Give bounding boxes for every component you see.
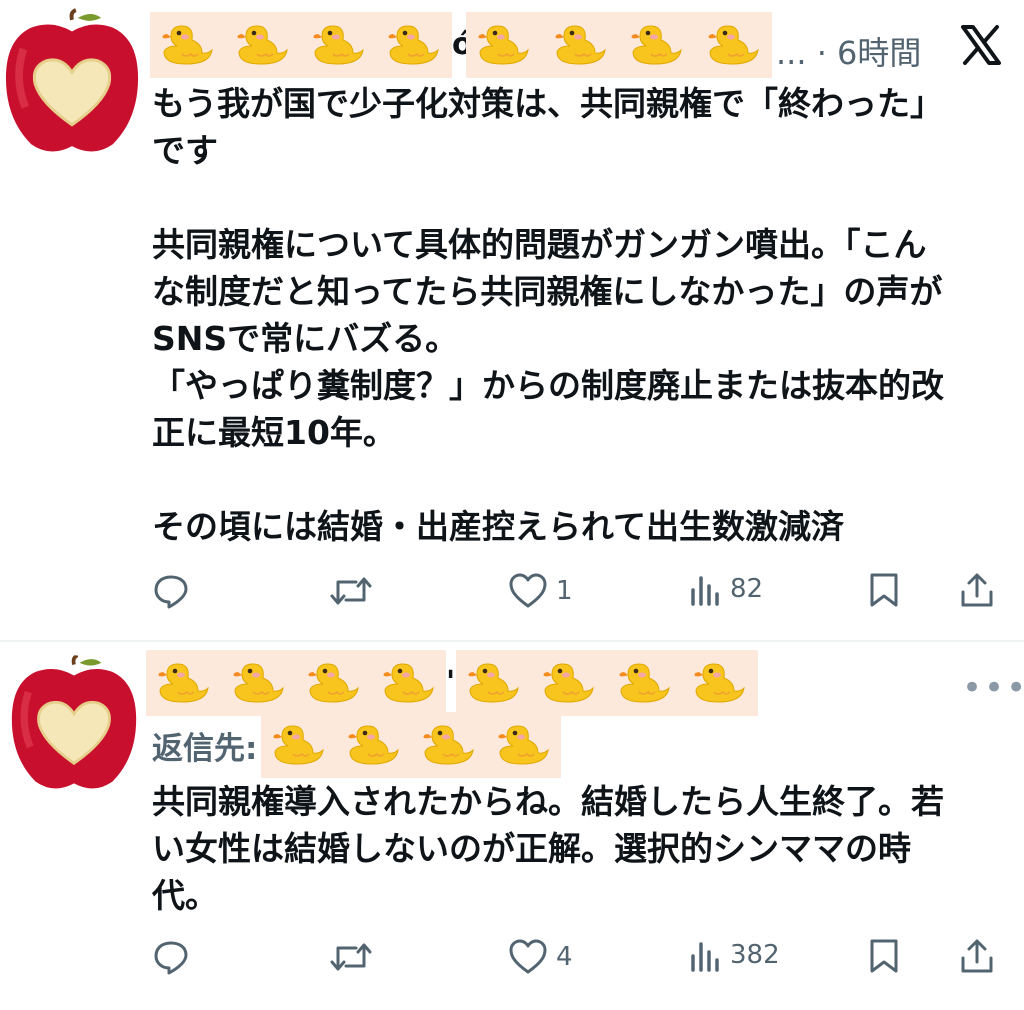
bookmark-icon — [870, 573, 898, 607]
duck-icon — [146, 650, 221, 716]
views-count: 82 — [730, 574, 764, 604]
reply-label: 返信先: — [152, 730, 258, 767]
reply-icon — [154, 575, 188, 609]
display-name-visible-char: ' — [446, 665, 456, 700]
heart-icon — [509, 573, 547, 608]
bookmark-icon — [870, 939, 898, 973]
tweet-text: 共同親権導入されたからね。結婚したら人生終了。若 い女性は結婚しないのが正解。選… — [152, 782, 944, 915]
duck-icon — [371, 650, 446, 716]
duck-icon — [607, 650, 683, 716]
tweet-1[interactable]: ó ... · 6時間 もう我が国で少子化対策は、共同親権で「終わった」 です … — [0, 0, 1024, 640]
share-icon — [961, 573, 993, 607]
share-button[interactable] — [960, 938, 994, 974]
duck-icon — [226, 12, 302, 78]
reply-button[interactable] — [152, 572, 190, 610]
retweet-icon — [330, 577, 372, 605]
display-name-redacted[interactable]: ó — [150, 12, 772, 78]
duck-sticker-redaction — [146, 650, 446, 716]
duck-icon — [336, 712, 411, 778]
retweet-button[interactable] — [330, 572, 372, 610]
tweet-time[interactable]: 6時間 — [837, 34, 921, 72]
tweet-meta: ... · 6時間 — [776, 28, 921, 74]
duck-icon — [486, 712, 561, 778]
duck-icon — [377, 12, 453, 78]
retweet-button[interactable] — [330, 938, 372, 976]
views-button[interactable]: 82 — [690, 572, 763, 606]
duck-sticker-redaction — [466, 12, 772, 78]
views-icon — [691, 942, 719, 972]
duck-icon — [261, 712, 336, 778]
like-button[interactable]: 1 — [508, 572, 573, 610]
like-count: 4 — [556, 942, 573, 972]
meta-separator: · — [816, 34, 827, 72]
views-count: 382 — [730, 940, 780, 970]
retweet-icon — [330, 943, 372, 971]
views-icon — [691, 576, 719, 606]
duck-icon — [296, 650, 371, 716]
tweet-2[interactable]: ' ••• 返信先: 共同親権導入されたからね。結婚したら人生終了。若 い女性は… — [0, 642, 1024, 1010]
bookmark-button[interactable] — [868, 938, 900, 974]
name-truncation: ... — [776, 34, 807, 72]
duck-icon — [411, 712, 486, 778]
reply-icon — [154, 941, 188, 975]
duck-sticker-redaction — [150, 12, 452, 78]
more-options-icon[interactable]: ••• — [962, 668, 1024, 708]
duck-icon — [619, 12, 696, 78]
share-icon — [961, 939, 993, 973]
display-name-redacted[interactable]: ' — [146, 650, 758, 716]
duck-icon — [221, 650, 296, 716]
tweet-text: もう我が国で少子化対策は、共同親権で「終わった」 です 共同親権について具体的問… — [152, 84, 944, 546]
reply-button[interactable] — [152, 938, 190, 976]
duck-icon — [532, 650, 608, 716]
duck-icon — [466, 12, 543, 78]
tweet-actions: 4 382 — [0, 938, 1024, 978]
duck-sticker-redaction — [456, 650, 758, 716]
duck-sticker-redaction[interactable] — [261, 712, 562, 778]
duck-icon — [150, 12, 226, 78]
views-button[interactable]: 382 — [690, 938, 780, 972]
duck-icon — [683, 650, 759, 716]
duck-icon — [456, 650, 532, 716]
apple-heart-avatar-icon[interactable] — [4, 8, 140, 158]
duck-icon — [543, 12, 620, 78]
reply-to: 返信先: — [152, 712, 562, 778]
bookmark-button[interactable] — [868, 572, 900, 608]
like-button[interactable]: 4 — [508, 938, 573, 976]
display-name-visible-char: ó — [452, 27, 473, 62]
like-count: 1 — [556, 576, 573, 606]
duck-icon — [696, 12, 773, 78]
x-logo-icon — [960, 24, 1002, 66]
share-button[interactable] — [960, 572, 994, 608]
tweet-actions: 1 82 — [0, 572, 1024, 612]
apple-heart-avatar-icon[interactable] — [10, 654, 138, 794]
duck-icon — [301, 12, 377, 78]
heart-icon — [509, 939, 547, 974]
